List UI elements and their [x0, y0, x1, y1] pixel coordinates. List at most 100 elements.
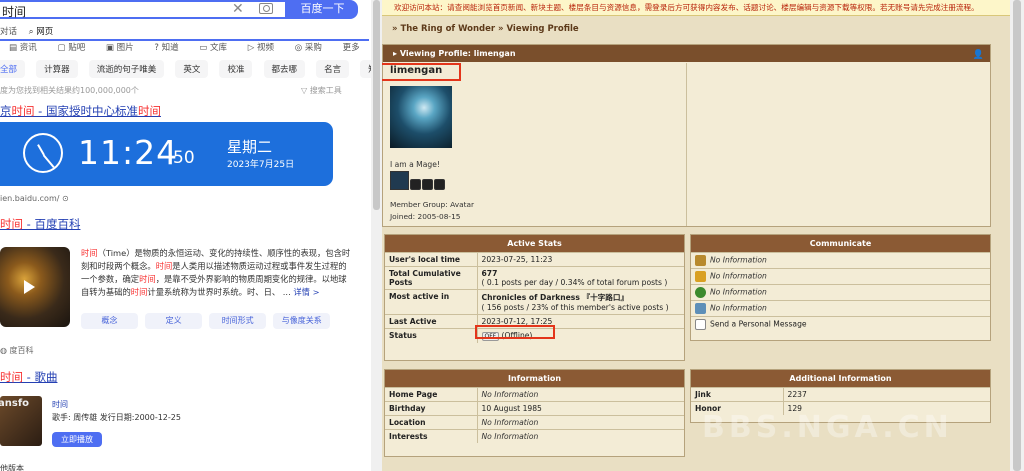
tab-purchase-label: 采购 [304, 43, 322, 53]
contact-row-3[interactable]: No Information [691, 284, 990, 301]
most-active-detail: ( 156 posts / 23% of this member's activ… [481, 303, 669, 312]
song-meta: 歌手: 周传雄 发行日期:2000-12-25 [52, 413, 181, 422]
baike-card: 时间（Time）是物质的永恒运动、变化的持续性、顺序性的表现，包含时刻和时段两个… [0, 241, 360, 331]
clock-source[interactable]: ien.baidu.com/ ⊙ [0, 194, 69, 203]
chip-calculator[interactable]: 计算器 [36, 60, 78, 78]
signature: I am a Mage! [390, 160, 440, 169]
result2-rest: - 百度百科 [23, 217, 81, 231]
left-scrollbar[interactable] [371, 0, 382, 471]
baike-btn-relation[interactable]: 与像度关系 [273, 313, 331, 329]
icq-icon [695, 287, 706, 298]
contact-row-4[interactable]: No Information [691, 300, 990, 317]
homepage-label: Home Page [385, 387, 478, 402]
local-time-value: 2023-07-25, 11:23 [477, 252, 684, 267]
joined-date: Joined: 2005-08-15 [390, 212, 461, 221]
result1-hl2: 时间 [137, 104, 161, 118]
baike-btn-definition[interactable]: 定义 [145, 313, 203, 329]
msn-icon [695, 303, 706, 314]
tab-video[interactable]: ▷ 视频 [248, 43, 283, 53]
result-title-time-center[interactable]: 京时间 - 国家授时中心标准时间 [0, 103, 161, 119]
tab-chat[interactable]: 对话 [0, 27, 17, 37]
search-box[interactable]: 时间 ✕ [0, 0, 287, 19]
contact-row-2[interactable]: No Information [691, 268, 990, 285]
tab-images[interactable]: ▣ 图片 [106, 43, 143, 53]
profile-main: limengan I am a Mage! Member Group: Avat… [384, 63, 687, 226]
baike-btn-form[interactable]: 时间形式 [209, 313, 267, 329]
search-button[interactable]: 百度一下 [287, 0, 358, 19]
highlight-last-active [475, 325, 555, 339]
search-input[interactable]: 时间 [2, 3, 26, 20]
other-versions[interactable]: 他版本 [0, 463, 24, 471]
baike-hl-a: 时间 [81, 248, 98, 258]
homepage-value: No Information [481, 390, 539, 399]
user-icon[interactable]: 👤 [973, 47, 984, 64]
active-stats-header: Active Stats [385, 235, 684, 252]
baike-hl-c: 时间 [155, 261, 173, 271]
song-name[interactable]: 时间 [52, 398, 181, 411]
nga-pane: 欢迎访问本站：请查阅能浏览首页新闻、新块主题、楼层条目与资源信息，需登录后方可获… [382, 0, 1024, 471]
tab-more[interactable]: 更多 [343, 43, 360, 53]
result-title-baike[interactable]: 时间 - 百度百科 [0, 216, 80, 232]
tab-tieba[interactable]: ▢ 贴吧 [57, 43, 94, 53]
breadcrumb[interactable]: » The Ring of Wonder » Viewing Profile [392, 24, 579, 34]
right-scrollbar[interactable] [1010, 0, 1024, 471]
chip-all[interactable]: 全部 [0, 60, 26, 78]
send-pm-link[interactable]: Send a Personal Message [710, 320, 807, 329]
profile-header: ▸ Viewing Profile: limengan 👤 [383, 45, 990, 62]
posts-label: Total Cumulative Posts [385, 266, 478, 290]
tab-purchase[interactable]: ◎ 采购 [295, 43, 331, 53]
clock-icon [23, 133, 63, 173]
most-active-forum[interactable]: Chronicles of Darkness 『十字路口』 [482, 293, 629, 302]
chip-short[interactable]: 短怎么 [360, 60, 371, 78]
yahoo-icon [695, 271, 706, 282]
tab-wenku[interactable]: ▭ 文库 [199, 43, 236, 53]
tab-news[interactable]: ▤ 资讯 [9, 43, 46, 53]
chip-quotes[interactable]: 名言 [316, 60, 350, 78]
status-label: Status [385, 328, 478, 343]
member-group: Member Group: Avatar [390, 200, 475, 209]
send-pm-row[interactable]: Send a Personal Message [691, 316, 990, 332]
camera-icon[interactable] [259, 3, 273, 14]
interests-label: Interests [385, 429, 478, 443]
baike-video-thumbnail[interactable] [0, 247, 70, 327]
baike-summary: 时间（Time）是物质的永恒运动、变化的持续性、顺序性的表现，包含时刻和时段两个… [81, 247, 353, 299]
chip-english[interactable]: 英文 [175, 60, 209, 78]
chip-sentence[interactable]: 流逝的句子唯美 [88, 60, 165, 78]
active-stats-panel: Active Stats User's local time 2023-07-25… [384, 234, 685, 361]
baike-hl-g: 时间 [130, 287, 148, 297]
mail-icon [695, 319, 706, 330]
search-tools-label: 搜索工具 [309, 86, 342, 95]
tab-tieba-label: 贴吧 [68, 43, 86, 53]
badge-icon-2 [410, 179, 421, 190]
play-now-button[interactable]: 立即播放 [52, 432, 102, 447]
left-scrollbar-thumb[interactable] [373, 0, 380, 210]
baike-source-label: 度百科 [9, 346, 34, 355]
right-scrollbar-thumb[interactable] [1013, 0, 1021, 471]
search-tabs: 对话 ⌕ 网页 ▤ 资讯 ▢ 贴吧 ▣ 图片 ? 知道 ▭ 文库 ▷ 视频 ◎ … [0, 25, 369, 53]
contact-value-4: No Information [710, 303, 767, 313]
contact-row-1[interactable]: No Information [691, 252, 990, 269]
highlight-username [382, 63, 461, 81]
chip-where[interactable]: 都去哪 [263, 60, 306, 78]
avatar [390, 86, 452, 148]
baike-btn-concept[interactable]: 概念 [81, 313, 138, 329]
baike-source[interactable]: ◍ 度百科 [0, 345, 34, 356]
clock-card[interactable]: 11:24 50 星期二 2023年7月25日 [0, 122, 333, 186]
chip-calibrate[interactable]: 校准 [219, 60, 253, 78]
tab-wenku-label: 文库 [210, 43, 228, 53]
notice-bar: 欢迎访问本站：请查阅能浏览首页新闻、新块主题、楼层条目与资源信息，需登录后方可获… [382, 0, 1024, 16]
contact-value-3: No Information [710, 287, 767, 297]
related-chips: 全部 计算器 流逝的句子唯美 英文 校准 都去哪 名言 短怎么 [0, 57, 371, 78]
birthday-label: Birthday [385, 401, 478, 416]
baidu-pane: 时间 ✕ 百度一下 对话 ⌕ 网页 ▤ 资讯 ▢ 贴吧 ▣ 图片 ? 知道 ▭ … [0, 0, 371, 471]
clear-icon[interactable]: ✕ [232, 1, 244, 17]
result3-hl: 时间 [0, 370, 23, 384]
jink-value: 2237 [783, 387, 990, 402]
birthday-value: 10 August 1985 [477, 401, 684, 416]
song-cover[interactable]: ansfo [0, 396, 42, 446]
baike-more-link[interactable]: 详情 > [293, 287, 319, 297]
tab-zhidao[interactable]: ? 知道 [154, 43, 187, 53]
result-title-song[interactable]: 时间 - 歌曲 [0, 369, 57, 385]
tab-web[interactable]: ⌕ 网页 [0, 27, 369, 41]
search-tools[interactable]: ▽ 搜索工具 [301, 85, 342, 96]
